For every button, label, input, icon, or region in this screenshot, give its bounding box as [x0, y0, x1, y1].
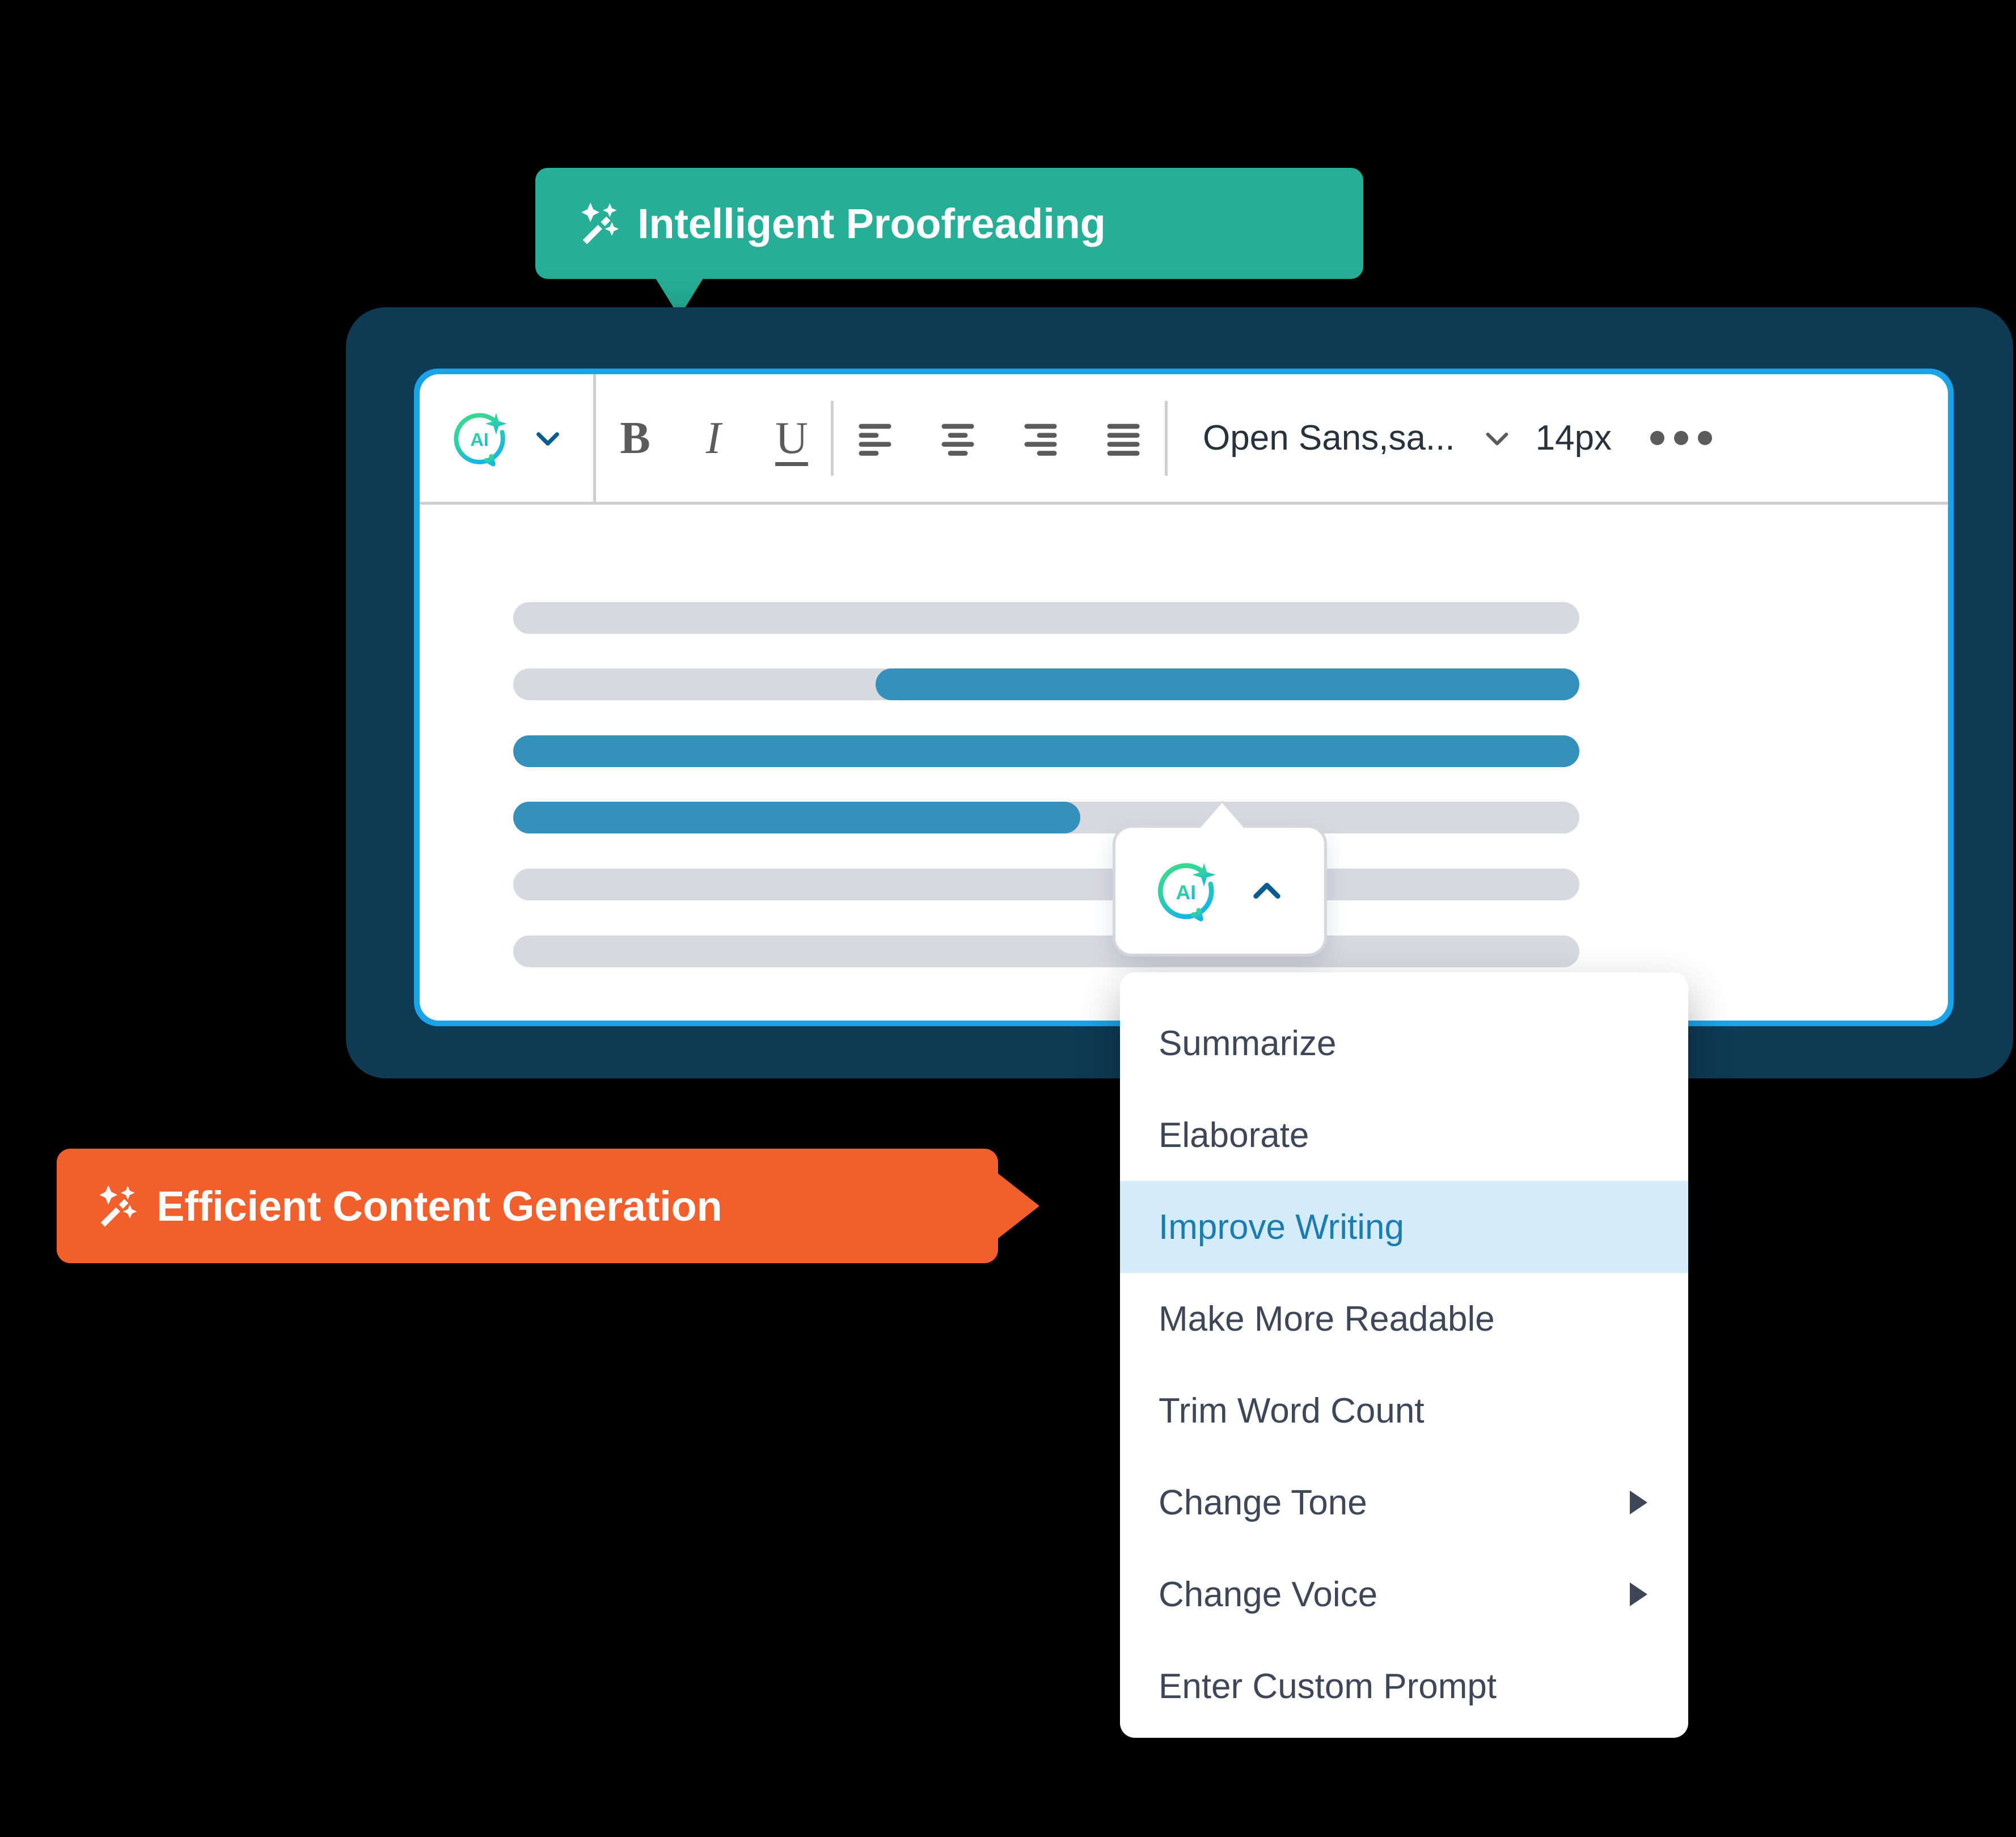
font-size-value[interactable]: 14px [1536, 418, 1612, 458]
svg-text:AI: AI [1176, 881, 1196, 904]
ai-menu-item-elaborate[interactable]: Elaborate [1120, 1089, 1688, 1181]
document-text-line [513, 936, 1579, 967]
document-text-line [876, 668, 1579, 700]
align-right-icon [1024, 424, 1057, 456]
toolbar-ai-button[interactable]: AI [420, 407, 593, 469]
ai-menu-item-label: Summarize [1159, 1023, 1337, 1063]
ai-menu-item-label: Trim Word Count [1159, 1391, 1425, 1430]
document-text-line [513, 802, 1080, 833]
magic-wand-sparkles-icon [581, 202, 619, 244]
dot [1650, 431, 1665, 445]
ai-menu-item-improve-writing[interactable]: Improve Writing [1120, 1181, 1688, 1273]
efficient-content-generation-label: Efficient Content Generation [157, 1182, 722, 1230]
bold-button[interactable]: B [596, 416, 674, 461]
document-text-line [513, 869, 1579, 900]
svg-text:AI: AI [470, 429, 489, 450]
font-family-value[interactable]: Open Sans,sa... [1203, 418, 1455, 458]
chevron-down-icon[interactable] [1481, 422, 1513, 454]
ai-menu-item-change-voice[interactable]: Change Voice [1120, 1548, 1688, 1640]
ai-assist-floating-button[interactable]: AI [1113, 803, 1327, 956]
dot [1674, 431, 1689, 445]
badge-tail [998, 1173, 1039, 1239]
align-right-button[interactable] [999, 417, 1082, 460]
chevron-up-icon[interactable] [1248, 872, 1286, 909]
align-justify-icon [1107, 424, 1140, 456]
popover-nub [1199, 803, 1245, 829]
submenu-caret-right-icon [1630, 1582, 1647, 1606]
ai-menu-item-label: Make More Readable [1159, 1299, 1495, 1339]
italic-button[interactable]: I [674, 416, 753, 461]
align-left-button[interactable] [834, 417, 916, 460]
intelligent-proofreading-label: Intelligent Proofreading [637, 200, 1106, 247]
ai-menu-item-make-more-readable[interactable]: Make More Readable [1120, 1273, 1688, 1365]
align-justify-button[interactable] [1082, 417, 1165, 460]
ai-menu-item-trim-word-count[interactable]: Trim Word Count [1120, 1365, 1688, 1457]
scene-root: Intelligent Proofreading AI B I U Open S… [0, 0, 2016, 1837]
magic-wand-sparkles-icon [99, 1185, 137, 1227]
ai-menu-item-change-tone[interactable]: Change Tone [1120, 1457, 1688, 1548]
submenu-caret-right-icon [1630, 1491, 1647, 1514]
chevron-down-icon[interactable] [532, 422, 564, 454]
underline-button[interactable]: U [753, 416, 831, 461]
ai-menu-item-label: Improve Writing [1159, 1207, 1404, 1247]
ai-menu-item-summarize[interactable]: Summarize [1120, 997, 1688, 1089]
more-options-icon[interactable] [1650, 431, 1713, 445]
ai-menu-item-enter-custom-prompt[interactable]: Enter Custom Prompt [1120, 1640, 1688, 1732]
ai-actions-menu: Summarize Elaborate Improve Writing Make Mo… [1120, 972, 1688, 1738]
align-center-icon [941, 424, 974, 456]
document-text-line [513, 735, 1579, 767]
align-left-icon [859, 424, 891, 456]
align-center-button[interactable] [916, 417, 999, 460]
intelligent-proofreading-badge: Intelligent Proofreading [535, 168, 1363, 317]
efficient-content-generation-badge: Efficient Content Generation [57, 1149, 1039, 1263]
editor-toolbar: AI B I U Open Sans,sa... 14px [420, 374, 1948, 505]
ai-menu-item-label: Elaborate [1159, 1115, 1309, 1155]
ai-menu-item-label: Change Tone [1159, 1483, 1367, 1522]
toolbar-font-group: Open Sans,sa... 14px [1168, 374, 1713, 502]
ai-chat-sparkle-icon: AI [1158, 863, 1216, 921]
ai-menu-item-label: Change Voice [1159, 1574, 1378, 1614]
ai-menu-item-label: Enter Custom Prompt [1159, 1666, 1497, 1706]
ai-chat-sparkle-icon: AI [454, 412, 507, 466]
dot [1698, 431, 1713, 445]
toolbar-text-format-group: B I U [596, 374, 831, 502]
toolbar-alignment-group [834, 374, 1165, 502]
document-text-line [513, 602, 1579, 634]
